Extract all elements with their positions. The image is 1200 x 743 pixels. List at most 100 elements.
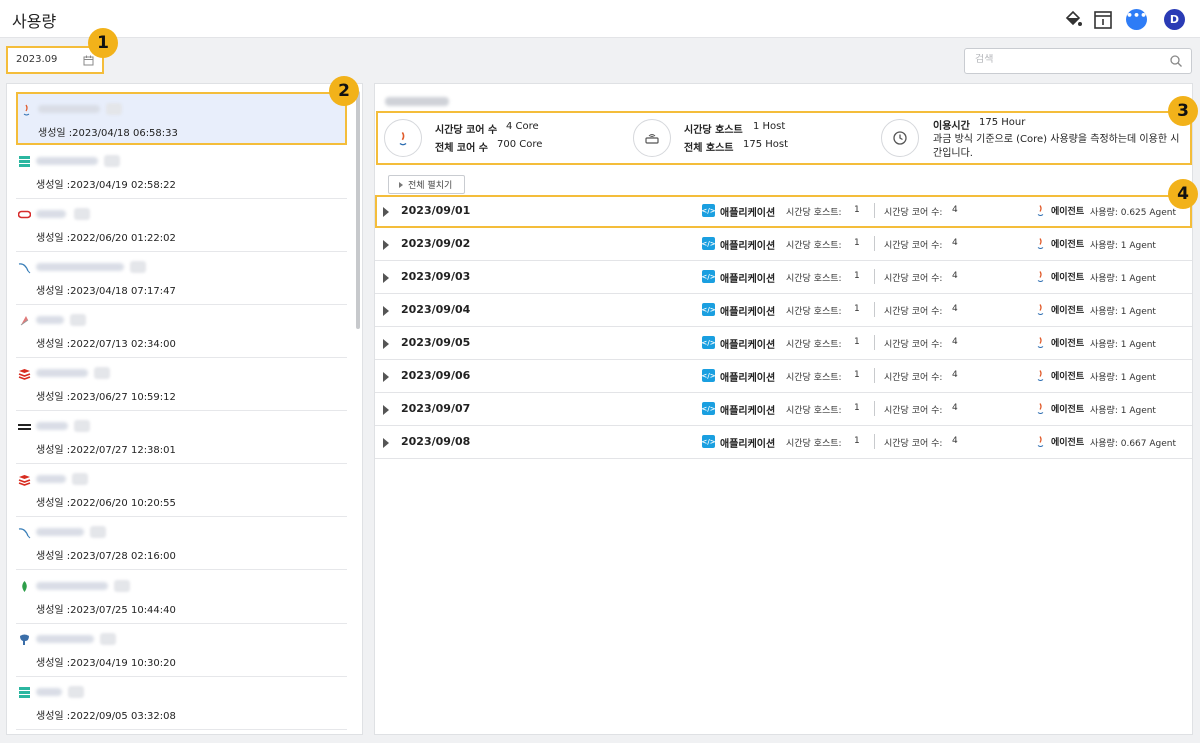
host-per-hour-value: 1 (854, 403, 860, 413)
expand-caret-icon[interactable] (383, 339, 389, 349)
mongodb-icon (22, 581, 27, 592)
mysql-icon (18, 528, 31, 539)
list-scrollbar[interactable] (356, 91, 360, 329)
expand-caret-icon[interactable] (383, 273, 389, 283)
host-device-icon (633, 119, 671, 157)
day-row[interactable]: 2023/09/06 </> 애플리케이션 시간당 호스트: 1 시간당 코어 … (375, 360, 1192, 393)
host-per-hour-label: 시간당 호스트: (786, 307, 842, 317)
core-per-hour-label: 시간당 코어 수: (884, 406, 943, 416)
agent-usage: 사용량: 1 Agent (1090, 274, 1156, 284)
avatar[interactable]: D (1164, 9, 1185, 30)
expand-caret-icon[interactable] (383, 207, 389, 217)
caret-right-icon (399, 181, 403, 188)
list-item[interactable]: 생성일 :2022/07/13 02:34:00 (16, 305, 347, 358)
day-row[interactable]: 2023/09/03 </> 애플리케이션 시간당 호스트: 1 시간당 코어 … (375, 261, 1192, 294)
list-item-name-redacted (36, 157, 98, 165)
core-per-hour-label: 시간당 코어 수: (884, 208, 943, 218)
list-item-created: 생성일 :2022/07/13 02:34:00 (36, 339, 176, 350)
agent-label: 에이전트 (1051, 339, 1085, 349)
list-item[interactable]: 생성일 :2023/04/19 10:30:20 (16, 624, 347, 677)
agent-usage: 사용량: 1 Agent (1090, 406, 1156, 416)
java-agent-icon (1037, 403, 1044, 414)
core-per-hour-label: 시간당 코어 수 (435, 125, 498, 136)
host-per-hour-label: 시간당 호스트: (786, 241, 842, 251)
list-item-created: 생성일 :2023/04/18 07:17:47 (36, 286, 176, 297)
host-per-hour-value: 1 (854, 304, 860, 314)
agent-usage: 사용량: 1 Agent (1090, 241, 1156, 251)
application-label: 애플리케이션 (720, 274, 776, 285)
list-item-tag-redacted (100, 633, 116, 645)
list-item[interactable]: 생성일 :2022/09/05 03:32:08 (16, 677, 347, 730)
divider (874, 368, 875, 383)
agent-usage: 사용량: 1 Agent (1090, 307, 1156, 317)
day-row[interactable]: 2023/09/04 </> 애플리케이션 시간당 호스트: 1 시간당 코어 … (375, 294, 1192, 327)
list-item[interactable]: 생성일 :2023/06/27 10:59:12 (16, 358, 347, 411)
search-box[interactable] (964, 48, 1192, 74)
core-per-hour-value: 4 Core (506, 121, 539, 132)
day-row[interactable]: 2023/09/07 </> 애플리케이션 시간당 호스트: 1 시간당 코어 … (375, 393, 1192, 426)
host-per-hour-value: 1 (854, 337, 860, 347)
callout-badge-3: 3 (1168, 96, 1198, 126)
host-per-hour-label: 시간당 호스트: (786, 373, 842, 383)
chat-icon[interactable]: ••• (1126, 9, 1147, 30)
host-per-hour-value: 1 (854, 370, 860, 380)
list-item[interactable]: 생성일 :2022/07/27 12:38:01 (16, 411, 347, 464)
day-date: 2023/09/02 (401, 237, 471, 250)
expand-caret-icon[interactable] (383, 372, 389, 382)
usage-time-description: 과금 방식 기준으로 (Core) 사용량을 측정하는데 이용한 시간입니다. (933, 134, 1180, 159)
expand-caret-icon[interactable] (383, 240, 389, 250)
core-per-hour-value: 4 (952, 304, 958, 314)
search-input[interactable] (975, 54, 1165, 65)
list-item-created: 생성일 :2023/04/18 06:58:33 (38, 128, 178, 139)
day-row[interactable]: 2023/09/05 </> 애플리케이션 시간당 호스트: 1 시간당 코어 … (375, 327, 1192, 360)
list-item-tag-redacted (114, 580, 130, 592)
application-label: 애플리케이션 (720, 208, 776, 219)
paint-bucket-icon[interactable] (1062, 9, 1084, 31)
total-core-value: 700 Core (497, 139, 543, 150)
list-item-created: 생성일 :2023/04/19 02:58:22 (36, 180, 176, 191)
list-item[interactable]: 생성일 :2023/04/18 06:58:33 (16, 92, 347, 145)
core-per-hour-value: 4 (952, 403, 958, 413)
list-item[interactable]: 생성일 :2023/07/25 10:44:40 (16, 571, 347, 624)
java-icon (23, 104, 30, 116)
search-icon[interactable] (1169, 54, 1183, 68)
application-icon: </> (701, 237, 716, 250)
list-item-name-redacted (36, 635, 94, 643)
divider (874, 236, 875, 251)
list-item[interactable]: 생성일 :2022/06/20 10:20:55 (16, 464, 347, 517)
day-row[interactable]: 2023/09/02 </> 애플리케이션 시간당 호스트: 1 시간당 코어 … (375, 228, 1192, 261)
document-icon[interactable] (1092, 9, 1114, 31)
list-item-name-redacted (38, 105, 100, 113)
day-row[interactable]: 2023/09/01 </> 애플리케이션 시간당 호스트: 1 시간당 코어 … (375, 195, 1192, 228)
day-date: 2023/09/07 (401, 402, 471, 415)
agent-label: 에이전트 (1051, 372, 1085, 382)
application-icon: </> (701, 270, 716, 283)
list-item-created: 생성일 :2022/06/20 10:20:55 (36, 498, 176, 509)
expand-all-button[interactable]: 전체 펼치기 (388, 175, 465, 194)
list-item-created: 생성일 :2022/06/20 01:22:02 (36, 233, 176, 244)
list-item[interactable]: 생성일 :2023/04/18 07:17:47 (16, 252, 347, 305)
agent-label: 에이전트 (1051, 438, 1085, 448)
resource-list-panel: 생성일 :2023/04/18 06:58:33 생성일 :2023/04/19… (6, 83, 363, 735)
month-picker-value: 2023.09 (16, 54, 58, 65)
list-item[interactable]: 생성일 :2023/07/28 02:16:00 (16, 517, 347, 570)
list-item-created: 생성일 :2023/07/28 02:16:00 (36, 551, 176, 562)
list-item-name-redacted (36, 528, 84, 536)
divider (874, 434, 875, 449)
list-item-tag-redacted (74, 420, 90, 432)
agent-usage: 사용량: 1 Agent (1090, 373, 1156, 383)
expand-caret-icon[interactable] (383, 306, 389, 316)
redis-icon (18, 369, 31, 380)
day-row[interactable]: 2023/09/08 </> 애플리케이션 시간당 호스트: 1 시간당 코어 … (375, 426, 1192, 459)
expand-caret-icon[interactable] (383, 405, 389, 415)
list-item[interactable]: 생성일 :2022/06/20 01:22:02 (16, 199, 347, 252)
list-item-name-redacted (36, 316, 64, 324)
host-per-hour-value: 1 (854, 436, 860, 446)
list-item-name-redacted (36, 688, 62, 696)
java-agent-icon (1037, 205, 1044, 216)
list-item[interactable]: 생성일 :2023/04/19 02:58:22 (16, 146, 347, 199)
callout-badge-4: 4 (1168, 179, 1198, 209)
expand-caret-icon[interactable] (383, 438, 389, 448)
calendar-icon (83, 55, 94, 66)
total-core-label: 전체 코어 수 (435, 143, 488, 154)
